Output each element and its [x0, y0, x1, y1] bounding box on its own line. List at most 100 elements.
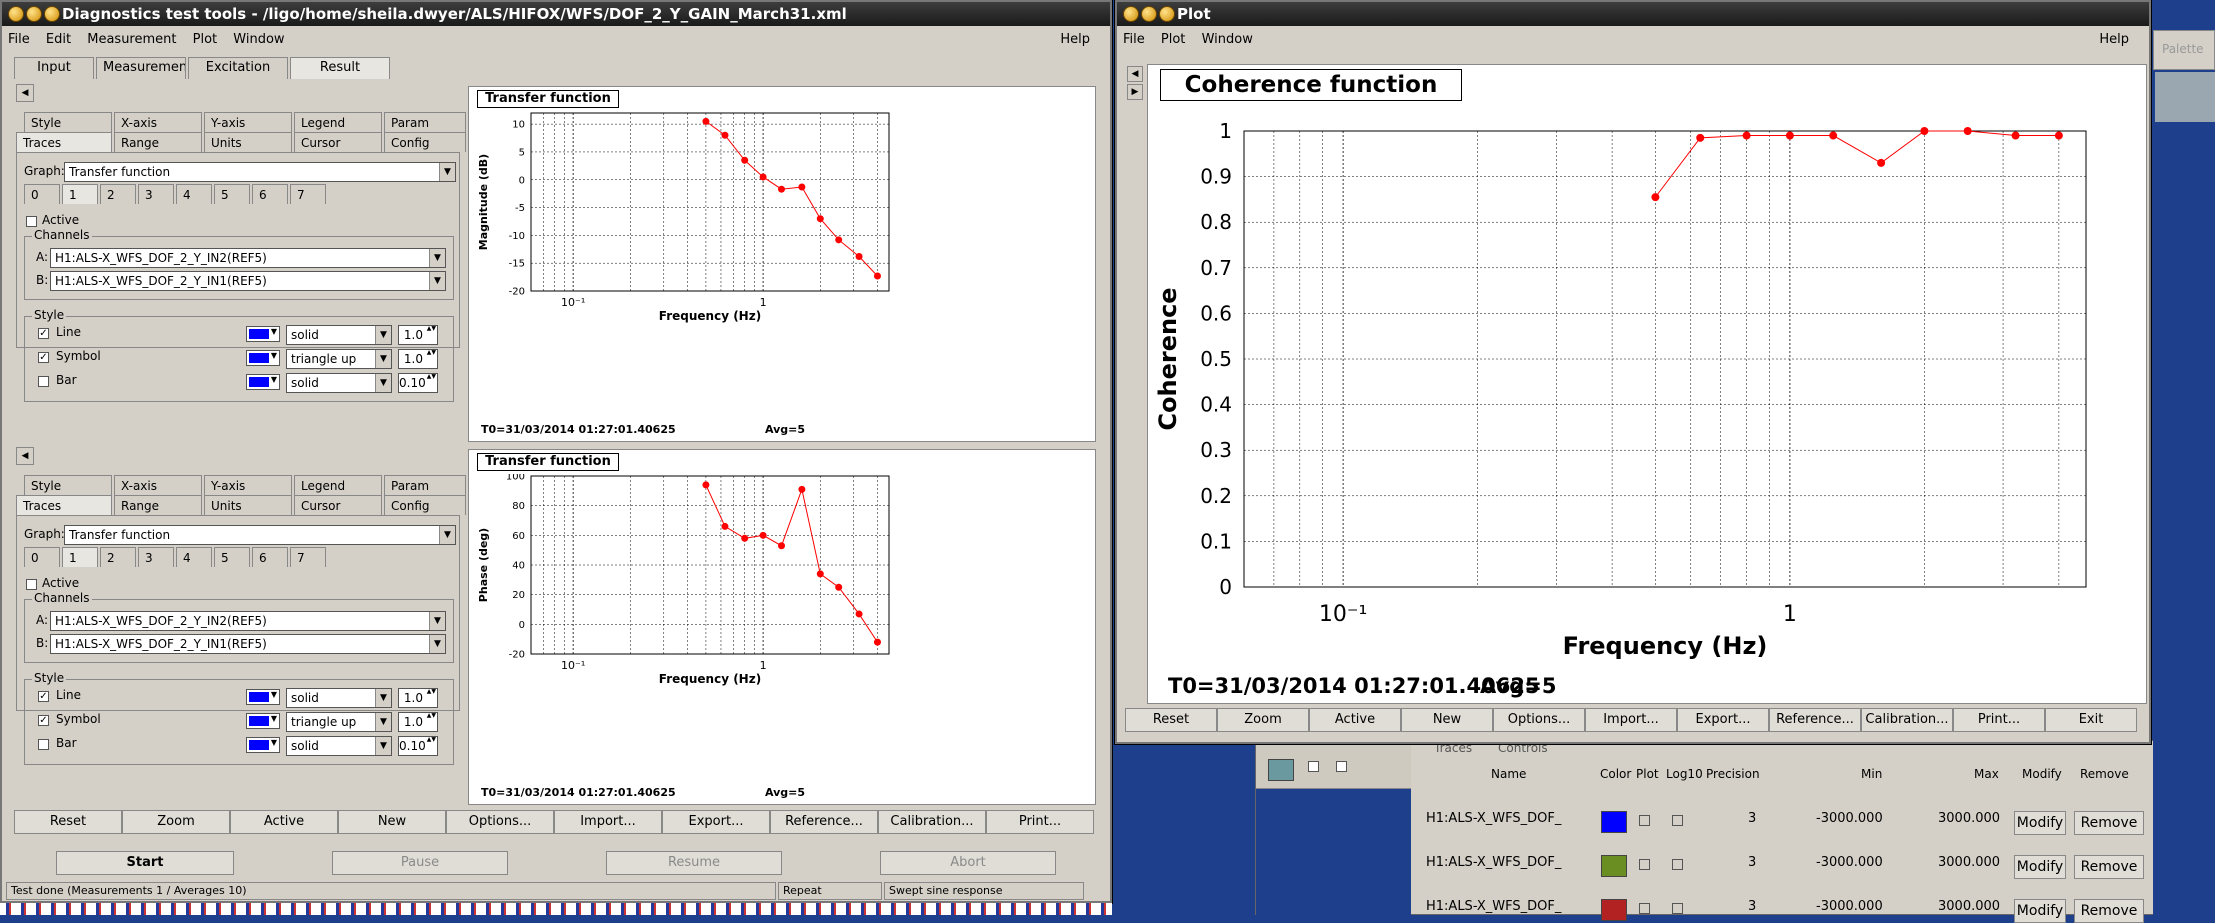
style-width-spinner[interactable]: 0.10	[398, 372, 438, 393]
trace-tab-4[interactable]: 4	[176, 547, 212, 567]
tab-legend[interactable]: Legend	[294, 112, 382, 132]
data-point[interactable]	[816, 215, 824, 223]
trace-tab-5[interactable]: 5	[214, 547, 250, 567]
data-point[interactable]	[702, 481, 710, 489]
bg-row-color-swatch[interactable]	[1601, 899, 1627, 921]
tab-units[interactable]: Units	[204, 132, 292, 152]
start-button[interactable]: Start	[56, 851, 234, 875]
data-point[interactable]	[798, 183, 806, 191]
plot-btn-new[interactable]: New	[338, 810, 446, 834]
bg-row-log-checkbox[interactable]	[1672, 903, 1683, 914]
tab-config[interactable]: Config	[384, 132, 466, 152]
style-type-select[interactable]: solid ▼	[286, 325, 392, 345]
trace-tab-1[interactable]: 1	[62, 184, 98, 204]
data-point[interactable]	[835, 236, 843, 244]
bg-row-plot-checkbox[interactable]	[1639, 859, 1650, 870]
data-point[interactable]	[873, 638, 881, 646]
trace-tab-2[interactable]: 2	[100, 547, 136, 567]
menu-window[interactable]: Window	[1202, 32, 1253, 47]
bg-row-plot-checkbox[interactable]	[1639, 903, 1650, 914]
menu-edit[interactable]: Edit	[46, 32, 71, 47]
tab-legend[interactable]: Legend	[294, 475, 382, 495]
bg-color-square[interactable]	[1268, 759, 1294, 781]
style-symbol-checkbox[interactable]: ✓	[38, 715, 49, 726]
coh-btn-new[interactable]: New	[1401, 708, 1493, 732]
bg-row-plot-checkbox[interactable]	[1639, 815, 1650, 826]
close-icon[interactable]	[8, 6, 24, 22]
trace-tab-6[interactable]: 6	[252, 547, 288, 567]
channel-b-select[interactable]: H1:ALS-X_WFS_DOF_2_Y_IN1(REF5) ▼	[50, 271, 446, 291]
tab-y-axis[interactable]: Y-axis	[204, 112, 292, 132]
data-point[interactable]	[1696, 133, 1705, 142]
tab-style[interactable]: Style	[24, 112, 112, 132]
channel-a-select[interactable]: H1:ALS-X_WFS_DOF_2_Y_IN2(REF5) ▼	[50, 248, 446, 268]
phase-chart[interactable]: 100 80 60 40 20 0 -20 10⁻¹ 1Frequency (Hz) Phase …	[469, 474, 1095, 814]
tab-units[interactable]: Units	[204, 495, 292, 515]
plot-window-titlebar[interactable]: Plot	[1117, 2, 2149, 26]
tab-input[interactable]: Input	[14, 57, 94, 79]
plot-btn-export[interactable]: Export...	[662, 810, 770, 834]
graph-select[interactable]: Transfer function ▼	[64, 162, 456, 182]
plot-btn-options[interactable]: Options...	[446, 810, 554, 834]
menu-help[interactable]: Help	[2099, 28, 2129, 52]
tab-measurement[interactable]: Measurement	[96, 57, 186, 79]
close-icon[interactable]	[1123, 6, 1139, 22]
channel-b-select[interactable]: H1:ALS-X_WFS_DOF_2_Y_IN1(REF5) ▼	[50, 634, 446, 654]
coh-btn-exit[interactable]: Exit	[2045, 708, 2137, 732]
data-point[interactable]	[759, 531, 767, 539]
trace-tab-0[interactable]: 0	[24, 184, 60, 204]
collapse-arrow-icon[interactable]: ◀	[1127, 66, 1143, 82]
bg-small-check-1[interactable]	[1308, 761, 1319, 772]
trace-tab-7[interactable]: 7	[290, 547, 326, 567]
trace-tab-5[interactable]: 5	[214, 184, 250, 204]
trace-tab-7[interactable]: 7	[290, 184, 326, 204]
tab-cursor[interactable]: Cursor	[294, 132, 382, 152]
coh-btn-options[interactable]: Options...	[1493, 708, 1585, 732]
style-symbol-checkbox[interactable]: ✓	[38, 352, 49, 363]
panel-collapse-icon[interactable]: ◀	[16, 447, 34, 465]
data-point[interactable]	[873, 272, 881, 280]
trace-tab-1[interactable]: 1	[62, 547, 98, 567]
menu-plot[interactable]: Plot	[1161, 32, 1186, 47]
style-line-checkbox[interactable]: ✓	[38, 691, 49, 702]
menu-plot[interactable]: Plot	[193, 32, 218, 47]
data-point[interactable]	[1651, 193, 1660, 202]
style-type-select[interactable]: solid ▼	[286, 688, 392, 708]
window-titlebar[interactable]: Diagnostics test tools - /ligo/home/shei…	[2, 2, 1110, 26]
bg-row-remove-button[interactable]: Remove	[2074, 899, 2144, 923]
data-point[interactable]	[778, 542, 786, 550]
data-point[interactable]	[721, 131, 729, 139]
minimize-icon[interactable]	[1141, 6, 1157, 22]
data-point[interactable]	[816, 570, 824, 578]
bg-row-color-swatch[interactable]	[1601, 811, 1627, 833]
menu-file[interactable]: File	[8, 32, 30, 47]
coherence-chart[interactable]: 1 0.9 0.8 0.7 0.6 0.5 0.4 0.3 0.2 0.1 0 10⁻¹ 1 Freque…	[1148, 101, 2146, 701]
bg-row-remove-button[interactable]: Remove	[2074, 811, 2144, 835]
tab-traces[interactable]: Traces	[16, 132, 112, 152]
coh-btn-reset[interactable]: Reset	[1125, 708, 1217, 732]
data-point[interactable]	[835, 583, 843, 591]
magnitude-chart[interactable]: 10 5 0 -5 -10 -15 -20 10⁻¹ 1Frequency (Hz) Magnit…	[469, 111, 1095, 451]
style-color-swatch[interactable]: ▼	[246, 374, 280, 390]
abort-button[interactable]: Abort	[880, 851, 1056, 875]
plot-btn-print[interactable]: Print...	[986, 810, 1094, 834]
coh-btn-reference[interactable]: Reference...	[1769, 708, 1861, 732]
style-width-spinner[interactable]: 0.10	[398, 735, 438, 756]
tab-param[interactable]: Param	[384, 112, 466, 132]
tab-range[interactable]: Range	[114, 132, 202, 152]
bg-row-modify-button[interactable]: Modify	[2014, 855, 2066, 879]
bg-small-check-2[interactable]	[1336, 761, 1347, 772]
style-width-spinner[interactable]: 1.0	[398, 324, 438, 345]
style-type-select[interactable]: triangle up ▼	[286, 712, 392, 732]
active-checkbox[interactable]	[26, 579, 37, 590]
channel-a-select[interactable]: H1:ALS-X_WFS_DOF_2_Y_IN2(REF5) ▼	[50, 611, 446, 631]
style-bar-checkbox[interactable]	[38, 376, 49, 387]
tab-config[interactable]: Config	[384, 495, 466, 515]
coh-btn-zoom[interactable]: Zoom	[1217, 708, 1309, 732]
tab-param[interactable]: Param	[384, 475, 466, 495]
expand-arrow-icon[interactable]: ▶	[1127, 84, 1143, 100]
menu-help[interactable]: Help	[1060, 28, 1090, 52]
tab-x-axis[interactable]: X-axis	[114, 112, 202, 132]
plot-btn-reset[interactable]: Reset	[14, 810, 122, 834]
data-point[interactable]	[1877, 158, 1886, 167]
